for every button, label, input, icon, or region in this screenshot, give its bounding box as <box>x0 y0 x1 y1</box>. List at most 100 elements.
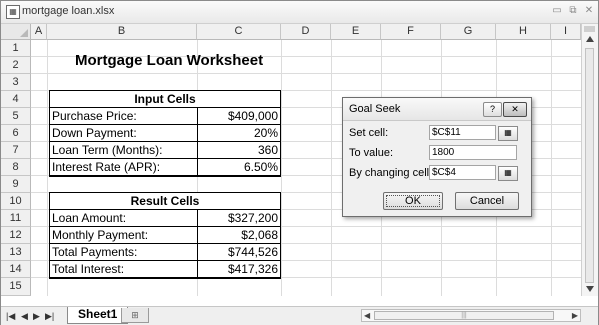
scroll-left-icon[interactable]: ◀ <box>364 311 370 320</box>
row-label: Down Payment: <box>52 126 137 140</box>
to-value-field[interactable]: 1800 <box>429 145 517 160</box>
last-sheet-icon[interactable]: ▶| <box>45 310 54 322</box>
row-header[interactable]: 10 <box>1 193 31 210</box>
row-header[interactable]: 15 <box>1 278 31 296</box>
range-select-icon[interactable]: ▦ <box>498 166 518 181</box>
scroll-down-icon[interactable] <box>586 286 594 292</box>
row-value: $409,000 <box>227 109 278 123</box>
table-row[interactable]: Purchase Price: $409,000 <box>50 108 280 125</box>
scroll-up-icon[interactable] <box>586 36 594 42</box>
input-cells-header[interactable]: Input Cells <box>50 91 280 108</box>
row-label: Interest Rate (APR): <box>52 160 161 174</box>
row-label: Purchase Price: <box>52 109 137 123</box>
row-header[interactable]: 8 <box>1 159 31 176</box>
table-row[interactable]: Monthly Payment: $2,068 <box>50 227 280 244</box>
row-value: $417,326 <box>227 262 278 276</box>
scroll-thumb[interactable]: ||| <box>374 311 554 320</box>
dialog-title-bar[interactable]: Goal Seek ? ✕ <box>343 98 531 121</box>
first-sheet-icon[interactable]: |◀ <box>6 310 15 322</box>
help-icon[interactable]: ? <box>483 102 502 117</box>
row-header[interactable]: 14 <box>1 261 31 278</box>
row-header[interactable]: 3 <box>1 74 31 91</box>
row-value: 20% <box>253 126 278 140</box>
prev-sheet-icon[interactable]: ◀ <box>21 310 28 322</box>
row-header[interactable]: 9 <box>1 176 31 193</box>
gridline <box>551 40 552 296</box>
gridline <box>47 40 48 296</box>
gridline <box>331 40 332 296</box>
restore-icon[interactable]: ⧉ <box>565 4 581 18</box>
row-label: Loan Term (Months): <box>52 143 163 157</box>
set-cell-label: Set cell: <box>349 127 389 139</box>
row-header[interactable]: 2 <box>1 57 31 74</box>
row-header[interactable]: 7 <box>1 142 31 159</box>
table-row[interactable]: Total Interest: $417,326 <box>50 261 280 278</box>
row-header[interactable]: 1 <box>1 40 31 57</box>
horizontal-scrollbar[interactable]: ◀ ||| ▶ <box>361 309 581 322</box>
column-divider <box>197 210 198 278</box>
changing-cell-label: By changing cell: <box>349 167 433 179</box>
sheet-tab-sheet1[interactable]: Sheet1 <box>67 307 129 324</box>
insert-sheet-icon[interactable]: ⊞ <box>121 308 149 323</box>
row-header[interactable]: 13 <box>1 244 31 261</box>
column-header-d[interactable]: D <box>281 24 331 40</box>
range-select-icon[interactable]: ▦ <box>498 126 518 141</box>
sheet-tab-bar: |◀ ◀ ▶ ▶| Sheet1 ⊞ ◀ ||| ▶ <box>1 306 598 325</box>
table-row[interactable]: Total Payments: $744,526 <box>50 244 280 261</box>
dialog-title: Goal Seek <box>349 103 401 115</box>
row-label: Monthly Payment: <box>52 228 149 242</box>
column-headers: A B C D E F G H I <box>1 24 598 40</box>
row-label: Total Interest: <box>52 262 125 276</box>
split-box[interactable] <box>584 26 595 32</box>
excel-file-icon[interactable]: ▦ <box>6 5 20 19</box>
column-header-b[interactable]: B <box>47 24 197 40</box>
table-row[interactable]: Loan Term (Months): 360 <box>50 142 280 159</box>
column-header-h[interactable]: H <box>496 24 551 40</box>
to-value-label: To value: <box>349 147 394 159</box>
column-header-a[interactable]: A <box>31 24 47 40</box>
close-icon[interactable]: ✕ <box>581 4 597 18</box>
minimize-icon[interactable]: ▭ <box>549 4 565 18</box>
title-bar: ▦ mortgage loan.xlsx ▭ ⧉ ✕ <box>1 1 598 24</box>
row-header[interactable]: 5 <box>1 108 31 125</box>
row-label: Loan Amount: <box>52 211 127 225</box>
result-cells-header[interactable]: Result Cells <box>50 193 280 210</box>
goal-seek-dialog: Goal Seek ? ✕ Set cell: $C$11 ▦ To value… <box>342 97 532 217</box>
column-divider <box>197 108 198 176</box>
table-row[interactable]: Interest Rate (APR): 6.50% <box>50 159 280 176</box>
row-value: $744,526 <box>227 245 278 259</box>
row-value: $2,068 <box>241 228 278 242</box>
result-cells-table: Result Cells Loan Amount: $327,200 Month… <box>49 192 281 279</box>
workbook-window: ▦ mortgage loan.xlsx ▭ ⧉ ✕ A B C D E F G… <box>0 0 599 325</box>
column-header-e[interactable]: E <box>331 24 381 40</box>
changing-cell-field[interactable]: $C$4 <box>429 165 496 180</box>
column-header-f[interactable]: F <box>381 24 441 40</box>
scroll-right-icon[interactable]: ▶ <box>572 311 578 320</box>
gridline <box>281 40 282 296</box>
cancel-button[interactable]: Cancel <box>455 192 519 210</box>
close-icon[interactable]: ✕ <box>503 102 527 117</box>
row-value: $327,200 <box>227 211 278 225</box>
row-header[interactable]: 4 <box>1 91 31 108</box>
table-row[interactable]: Loan Amount: $327,200 <box>50 210 280 227</box>
set-cell-field[interactable]: $C$11 <box>429 125 496 140</box>
input-cells-table: Input Cells Purchase Price: $409,000 Dow… <box>49 90 281 177</box>
scroll-thumb[interactable] <box>585 48 594 283</box>
next-sheet-icon[interactable]: ▶ <box>33 310 40 322</box>
sheet-title[interactable]: Mortgage Loan Worksheet <box>75 52 263 70</box>
column-header-i[interactable]: I <box>551 24 581 40</box>
column-header-c[interactable]: C <box>197 24 281 40</box>
row-header[interactable]: 12 <box>1 227 31 244</box>
column-header-g[interactable]: G <box>441 24 496 40</box>
row-header[interactable]: 11 <box>1 210 31 227</box>
row-header[interactable]: 6 <box>1 125 31 142</box>
table-row[interactable]: Down Payment: 20% <box>50 125 280 142</box>
row-label: Total Payments: <box>52 245 138 259</box>
ok-button[interactable]: OK <box>383 192 443 210</box>
window-title: mortgage loan.xlsx <box>22 5 115 17</box>
row-value: 6.50% <box>243 160 278 174</box>
select-all-corner[interactable] <box>1 24 31 40</box>
gridline <box>31 73 581 74</box>
vertical-scrollbar[interactable] <box>581 24 598 296</box>
row-value: 360 <box>257 143 278 157</box>
